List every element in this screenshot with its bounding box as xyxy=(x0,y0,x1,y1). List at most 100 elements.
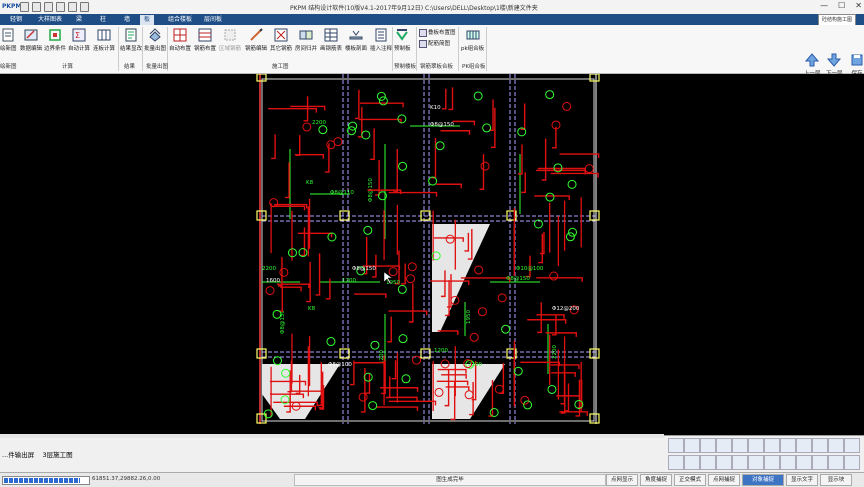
other-rebar-button[interactable]: 其它钢筋 xyxy=(270,28,292,52)
minimize-icon[interactable]: — xyxy=(820,1,828,10)
line-icon[interactable] xyxy=(700,455,716,470)
redo-icon[interactable] xyxy=(80,2,89,12)
pan-icon[interactable] xyxy=(716,438,732,453)
drawing-canvas[interactable]: Φ8@150 Φ8@150 1200 1950 2200 K10 2200 K8 Φ8… xyxy=(0,73,864,424)
rebar-horizontal xyxy=(534,195,570,200)
rebar-number-circle xyxy=(368,401,378,411)
rebar-number-circle xyxy=(545,90,555,100)
rebar-table-label: 画钢筋表 xyxy=(320,46,343,52)
rebar-vertical xyxy=(448,87,454,111)
angle-snap-toggle[interactable]: 角度捕捉 xyxy=(640,474,672,486)
dim-vertical-4: 1950 xyxy=(466,310,472,324)
rebar-number-circle xyxy=(568,227,578,237)
offset-icon[interactable] xyxy=(812,455,828,470)
result-button[interactable]: 结果显改 xyxy=(120,28,142,52)
auto-layout-button[interactable]: 自动布置 xyxy=(169,28,191,52)
extend-icon[interactable] xyxy=(796,455,812,470)
tab-details[interactable]: 大样图表 xyxy=(38,15,62,25)
rectangle-icon[interactable] xyxy=(732,455,748,470)
maximize-icon[interactable]: ☐ xyxy=(838,1,845,10)
auto-layout-icon xyxy=(173,28,187,42)
auto-calc-button[interactable]: Σ 自动计算 xyxy=(68,28,90,52)
circle-icon[interactable] xyxy=(764,455,780,470)
slab-plan-drawing[interactable]: Φ8@150 Φ8@150 1200 1950 2200 K10 2200 K8 Φ8… xyxy=(0,73,864,424)
show-block-toggle[interactable]: 显示块 xyxy=(820,474,852,486)
tab-composite-slab[interactable]: 组合楼板 xyxy=(168,15,192,25)
batch-output-button[interactable]: 批量出图 xyxy=(144,28,166,52)
continuous-calc-button[interactable]: 连板计算 xyxy=(93,28,115,52)
grid-snap-toggle[interactable]: 点网捕捉 xyxy=(708,474,740,486)
fit-icon[interactable] xyxy=(748,438,764,453)
open-file-icon[interactable] xyxy=(32,2,41,12)
rebar-vertical xyxy=(387,316,392,343)
cursor-coordinates: 61851.37,29882.26,0.00 xyxy=(92,476,161,482)
area-rebar-button[interactable]: 区域钢筋 xyxy=(219,28,241,52)
insert-note-button[interactable]: 插入注释 xyxy=(370,28,392,52)
rebar-vertical xyxy=(521,172,526,194)
trim-icon[interactable] xyxy=(780,455,796,470)
room-merge-button[interactable]: 房间归并 xyxy=(295,28,317,52)
precast-slab-button[interactable]: 预制板 xyxy=(394,28,411,52)
continuous-calc-label: 连板计算 xyxy=(93,46,116,52)
area-rebar-icon xyxy=(224,29,236,41)
arrow-up-icon xyxy=(805,53,820,67)
rebar-number-circle xyxy=(318,125,328,135)
arrow-down-icon xyxy=(827,53,842,67)
regen-icon[interactable] xyxy=(732,438,748,453)
show-text-toggle[interactable]: 显示文字 xyxy=(786,474,818,486)
zoom-window-icon[interactable] xyxy=(700,438,716,453)
slab-section-button[interactable]: 楼板剖面 xyxy=(345,28,367,52)
pk-composite-button[interactable]: pk组合板 xyxy=(461,28,484,52)
rebar-edit-button[interactable]: 钢筋编辑 xyxy=(245,28,267,52)
slab-section-icon xyxy=(349,30,363,40)
new-drawing-button[interactable]: 绘新图 xyxy=(0,28,17,52)
rebar-annotation: 2200 xyxy=(468,362,482,368)
rebar-layout-button[interactable]: 钢筋布置 xyxy=(194,28,216,52)
rebar-table-button[interactable]: 画钢筋表 xyxy=(320,28,342,52)
copy-icon[interactable] xyxy=(780,438,796,453)
mirror-icon[interactable] xyxy=(812,438,828,453)
tab-column[interactable]: 柱 xyxy=(100,15,106,25)
rebar-number-circle xyxy=(376,91,386,101)
rebar-horizontal xyxy=(358,118,402,124)
ortho-mode-toggle[interactable]: 正交模式 xyxy=(674,474,706,486)
rebar-vertical xyxy=(315,253,321,296)
new-file-icon[interactable] xyxy=(20,2,29,12)
array-icon[interactable] xyxy=(828,438,844,453)
tab-interlayer-slab[interactable]: 层间板 xyxy=(204,15,222,25)
polyline-icon[interactable] xyxy=(716,455,732,470)
composite-slab-plan-icon xyxy=(419,28,427,37)
delete-icon[interactable] xyxy=(844,455,860,470)
zoom-icon[interactable] xyxy=(684,438,700,453)
arc-icon[interactable] xyxy=(748,455,764,470)
properties-icon[interactable] xyxy=(684,455,700,470)
save-icon[interactable] xyxy=(44,2,53,12)
text-icon[interactable] xyxy=(828,455,844,470)
rebar-number-circle xyxy=(358,392,368,402)
rebar-annotation: K10 xyxy=(430,105,441,111)
rotate-icon[interactable] xyxy=(796,438,812,453)
composite-slab-plan-item[interactable]: 叠板布置图 xyxy=(419,28,456,37)
tab-wall[interactable]: 墙 xyxy=(124,15,130,25)
rebar-sketch-item[interactable]: 配筋简图 xyxy=(419,39,450,48)
rebar-number-circle xyxy=(361,130,371,140)
pen-icon[interactable] xyxy=(668,438,684,453)
layer-icon[interactable] xyxy=(668,455,684,470)
print-icon[interactable] xyxy=(56,2,65,12)
tab-light-steel[interactable]: 轻钢 xyxy=(10,15,22,25)
move-icon[interactable] xyxy=(764,438,780,453)
tab-slab[interactable]: 板 xyxy=(140,15,155,25)
rebar-number-circle xyxy=(547,384,557,394)
tab-beam[interactable]: 梁 xyxy=(76,15,82,25)
object-snap-toggle[interactable]: 对象捕捉 xyxy=(742,474,784,486)
rebar-vertical xyxy=(393,149,398,193)
data-edit-button[interactable]: 数据编辑 xyxy=(20,28,42,52)
ribbon-separator xyxy=(458,27,459,71)
undo-icon[interactable] xyxy=(68,2,77,12)
boundary-button[interactable]: 边界条件 xyxy=(44,28,66,52)
refresh-icon[interactable] xyxy=(844,438,860,453)
close-icon[interactable]: ✕ xyxy=(855,1,862,10)
grid-display-toggle[interactable]: 点网显示 xyxy=(606,474,638,486)
rebar-annotation: Φ8@150 xyxy=(430,122,454,128)
rebar-horizontal xyxy=(280,286,302,292)
